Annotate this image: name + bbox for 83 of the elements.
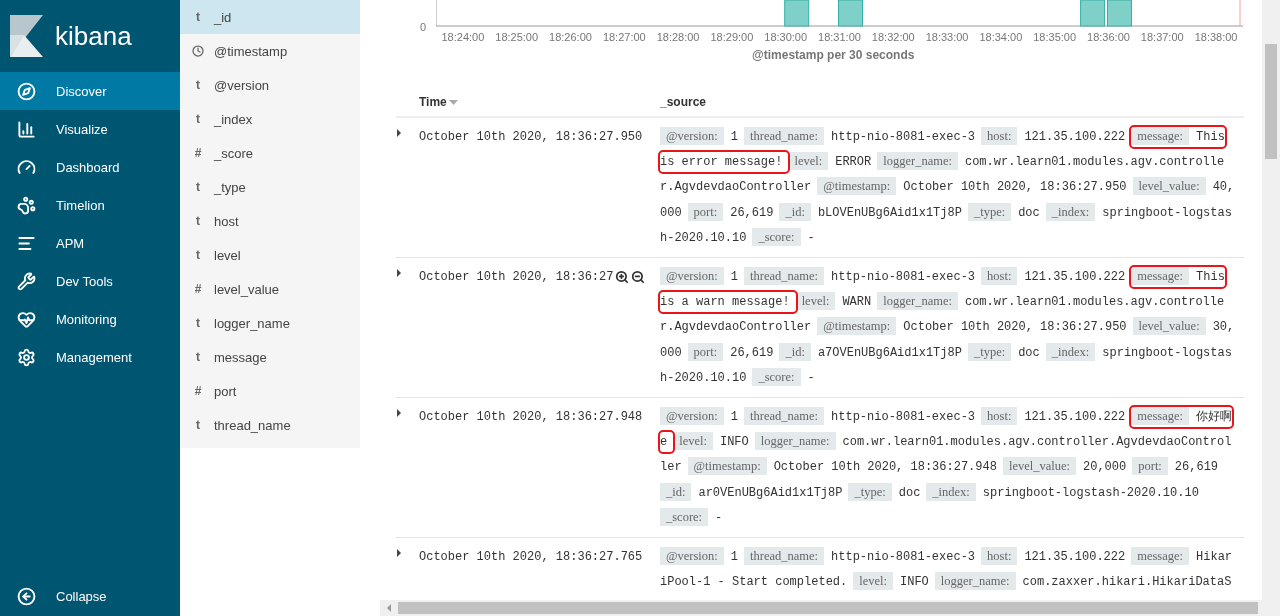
collapse-link[interactable]: Collapse	[0, 576, 180, 616]
logo-text: kibana	[55, 20, 132, 52]
field-item[interactable]: t _index	[180, 102, 360, 136]
nav-item[interactable]: APM	[0, 224, 180, 262]
sort-caret-icon	[448, 99, 458, 105]
nav-item[interactable]: Monitoring	[0, 300, 180, 338]
caret-right-icon[interactable]	[396, 269, 402, 277]
y-axis-label: 0	[418, 21, 427, 33]
column-header[interactable]: _source	[660, 95, 707, 109]
x-axis-label: 18:34:00	[978, 31, 1024, 43]
field-type-glyph: t	[195, 112, 201, 126]
field-type-glyph: t	[195, 180, 201, 194]
time-cell-text: October 10th 2020, 18:36:27.948	[419, 409, 643, 427]
scrollbar-thumb[interactable]	[1265, 44, 1277, 159]
field-item[interactable]: t thread_name	[180, 408, 360, 442]
zoom-out-icon[interactable]	[631, 270, 646, 284]
nav-item[interactable]: Discover	[0, 72, 180, 110]
nav-item[interactable]: Timelion	[0, 186, 180, 224]
nav-item[interactable]: Visualize	[0, 110, 180, 148]
logo-icon	[10, 15, 43, 57]
field-item[interactable]: t level	[180, 238, 360, 272]
field-type-glyph: t	[195, 10, 201, 24]
axis-title: @timestamp per 30 seconds	[752, 48, 915, 62]
arrow-left-icon	[17, 586, 36, 606]
field-item[interactable]: # port	[180, 374, 360, 408]
document-source-text: @version: 1 thread_name: http-nio-8081-exec-3 host: 121.35.100.222 message: HikariPool-1 - Start completed. level: INFO logger_name: com.zaxxer.hikari.HikariDataS	[660, 546, 1234, 593]
field-item[interactable]: # _score	[180, 136, 360, 170]
compass-icon	[17, 81, 36, 101]
x-axis-label: 18:25:00	[494, 31, 540, 43]
time-cell-text: October 10th 2020, 18:36:27	[419, 269, 614, 286]
field-type-glyph: #	[193, 384, 203, 398]
x-axis-label: 18:30:00	[763, 31, 809, 43]
field-item[interactable]: # level_value	[180, 272, 360, 306]
x-axis-label: 18:27:00	[601, 31, 647, 43]
field-type-glyph: t	[195, 418, 201, 432]
field-type-glyph: #	[193, 146, 203, 160]
field-item[interactable]: @timestamp	[180, 34, 360, 68]
caret-right-icon[interactable]	[396, 549, 402, 558]
column-header[interactable]: Time	[419, 95, 660, 109]
field-type-glyph: t	[195, 316, 201, 330]
field-item[interactable]: t _id	[180, 0, 360, 34]
document-source-text: @version: 1 thread_name: http-nio-8081-exec-3 host: 121.35.100.222 message: This is a warn message! level: WARN logger_name: com.wr.learn01.modules.agv.controller.AgvdevdaoController @timestamp: October 10th 2020, 18:36:27.950 level_value: 30,000 port: 26,619 _id: a7OVEnUBg6Aid1x1Tj8P _type: doc _index: springboot-logstash-2020.10.10 _score: -	[660, 264, 1238, 391]
horizontal-scrollbar[interactable]	[380, 600, 1262, 616]
nav-item[interactable]: Dev Tools	[0, 262, 180, 300]
time-cell-text: October 10th 2020, 18:36:27.950	[419, 129, 643, 146]
x-axis-label: 18:35:00	[1032, 31, 1078, 43]
x-axis-label: 18:38:00	[1193, 31, 1239, 43]
x-axis-label: 18:32:00	[870, 31, 916, 43]
field-item[interactable]: t @version	[180, 68, 360, 102]
field-type-glyph: t	[195, 214, 201, 228]
x-axis-label: 18:37:00	[1139, 31, 1185, 43]
x-axis-label: 18:36:00	[1086, 31, 1131, 43]
nav-item[interactable]: Dashboard	[0, 148, 180, 186]
paw-icon	[17, 195, 36, 215]
x-axis-label: 18:24:00	[440, 31, 486, 43]
document-source-text: @version: 1 thread_name: http-nio-8081-exec-3 host: 121.35.100.222 message: This is error message! level: ERROR logger_name: com.wr.learn01.modules.agv.controller.AgvdevdaoController @timestamp: October 10th 2020, 18:36:27.950 level_value: 40,000 port: 26,619 _id: bLOVEnUBg6Aid1x1Tj8P _type: doc _index: springboot-logstash-2020.10.10 _score: -	[660, 124, 1238, 250]
gauge-icon	[17, 157, 36, 177]
heart-pulse-icon	[17, 309, 36, 329]
x-axis-label: 18:28:00	[655, 31, 701, 43]
zoom-in-icon[interactable]	[615, 270, 630, 284]
field-item[interactable]: t _type	[180, 170, 360, 204]
clock-icon	[192, 45, 204, 57]
field-type-glyph: t	[195, 248, 201, 262]
field-item[interactable]: t logger_name	[180, 306, 360, 340]
bar-chart-icon	[17, 119, 36, 139]
field-item[interactable]: t host	[180, 204, 360, 238]
nav-item[interactable]: Management	[0, 338, 180, 376]
vertical-scrollbar[interactable]	[1262, 0, 1280, 616]
wrench-icon	[17, 271, 36, 291]
scrollbar-thumb[interactable]	[398, 602, 1258, 614]
caret-right-icon[interactable]	[396, 409, 402, 418]
field-type-glyph: t	[195, 78, 201, 92]
x-axis-label: 18:31:00	[817, 31, 862, 43]
x-axis-label: 18:29:00	[709, 31, 755, 43]
field-item[interactable]: t message	[180, 340, 360, 374]
settings-icon	[17, 347, 36, 367]
x-axis-label: 18:26:00	[548, 31, 593, 43]
field-type-glyph: t	[195, 350, 201, 364]
time-cell-text: October 10th 2020, 18:36:27.765	[419, 549, 643, 567]
field-type-glyph: #	[193, 282, 203, 296]
x-axis-label: 18:33:00	[924, 31, 970, 43]
caret-right-icon[interactable]	[396, 129, 402, 137]
document-source-text: @version: 1 thread_name: http-nio-8081-exec-3 host: 121.35.100.222 message: 你好啊e level: INFO logger_name: com.wr.learn01.modules.agv.controller.AgvdevdaoController @timestamp: October 10th 2020, 18:36:27.948 level_value: 20,000 port: 26,619 _id: ar0VEnUBg6Aid1x1Tj8P _type: doc _index: springboot-logstash-2020.10.10 _score: -	[660, 404, 1238, 531]
